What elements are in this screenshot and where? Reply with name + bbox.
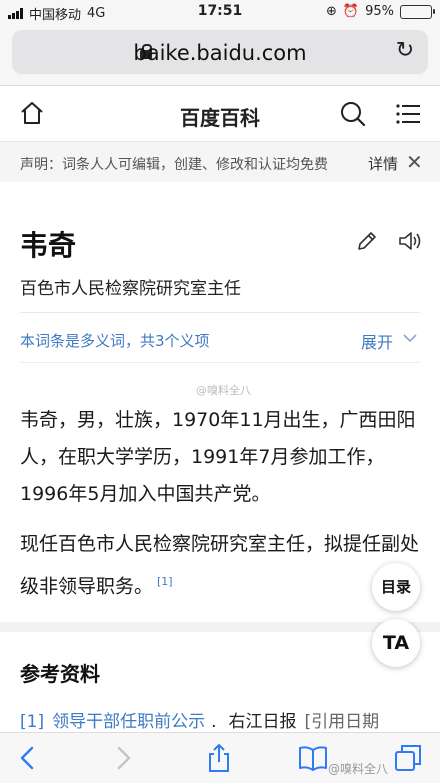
reference-source: 右江日报 xyxy=(228,712,297,732)
lemma-paragraph: 韦奇，男，壮族，1970年11月出生，广西田阳人，在职大学学历，1991年7月参… xyxy=(20,409,416,505)
reference-item: [1] 领导干部任职前公示. 右江日报 [引用日期 xyxy=(20,707,379,732)
alarm-icon: ⏰ xyxy=(342,4,360,19)
ta-button[interactable]: TA xyxy=(372,619,420,667)
lemma-description: 百色市人民检察院研究室主任 xyxy=(20,279,241,299)
bookmarks-icon[interactable] xyxy=(298,743,328,773)
chevron-down-icon[interactable] xyxy=(402,331,418,345)
reference-number: [1] xyxy=(20,712,45,732)
notice-details-link[interactable]: 详情 xyxy=(368,153,398,174)
watermark: @嗅料全八 xyxy=(328,762,389,776)
toc-button[interactable]: 目录 xyxy=(372,563,420,611)
watermark: @嗅料全八 xyxy=(196,384,251,397)
notice-text: 声明：词条人人可编辑，创建、修改和认证均免费 xyxy=(20,157,328,173)
search-icon[interactable] xyxy=(340,101,366,127)
address-bar[interactable]: baike.baidu.com ↻ xyxy=(12,30,428,74)
share-icon[interactable] xyxy=(204,743,234,773)
reference-link[interactable]: 领导干部任职前公示 xyxy=(52,712,205,732)
references-title: 参考资料 xyxy=(20,662,100,686)
polysemy-notice[interactable]: 本词条是多义词，共3个义项 xyxy=(20,330,210,351)
close-icon[interactable]: ✕ xyxy=(406,150,423,174)
back-icon[interactable] xyxy=(13,743,43,773)
url-text[interactable]: baike.baidu.com xyxy=(12,41,428,65)
forward-icon[interactable] xyxy=(108,743,138,773)
lemma-paragraph-text: 现任百色市人民检察院研究室主任，拟提任副处级非领导职务。 xyxy=(20,533,420,598)
browser-address-area: baike.baidu.com ↻ xyxy=(0,24,440,86)
site-header: 百度百科 xyxy=(0,86,440,142)
divider xyxy=(20,312,420,313)
lemma-title: 韦奇 xyxy=(20,229,77,262)
lemma-paragraph: 现任百色市人民检察院研究室主任，拟提任副处级非领导职务。 [1] xyxy=(20,526,424,605)
site-title[interactable]: 百度百科 xyxy=(0,102,440,131)
reference-separator: . xyxy=(211,712,217,732)
edit-notice: 声明：词条人人可编辑，创建、修改和认证均免费 详情 ✕ xyxy=(0,142,440,182)
reference-marker[interactable]: [1] xyxy=(157,575,173,588)
menu-icon[interactable] xyxy=(396,103,420,125)
status-right: ⊕ ⏰ 95% xyxy=(326,4,435,19)
battery-percent: 95% xyxy=(365,4,394,19)
status-bar: 中国移动 4G 17:51 ⊕ ⏰ 95% xyxy=(0,0,440,24)
reference-cite-date: [引用日期 xyxy=(304,712,380,732)
orientation-lock-icon: ⊕ xyxy=(326,4,337,19)
expand-button[interactable]: 展开 xyxy=(361,329,393,353)
tabs-icon[interactable] xyxy=(393,743,423,773)
speaker-icon[interactable] xyxy=(398,230,422,252)
reload-icon[interactable]: ↻ xyxy=(394,40,416,62)
edit-icon[interactable] xyxy=(356,230,378,252)
battery-icon xyxy=(400,4,435,19)
divider xyxy=(20,362,420,363)
